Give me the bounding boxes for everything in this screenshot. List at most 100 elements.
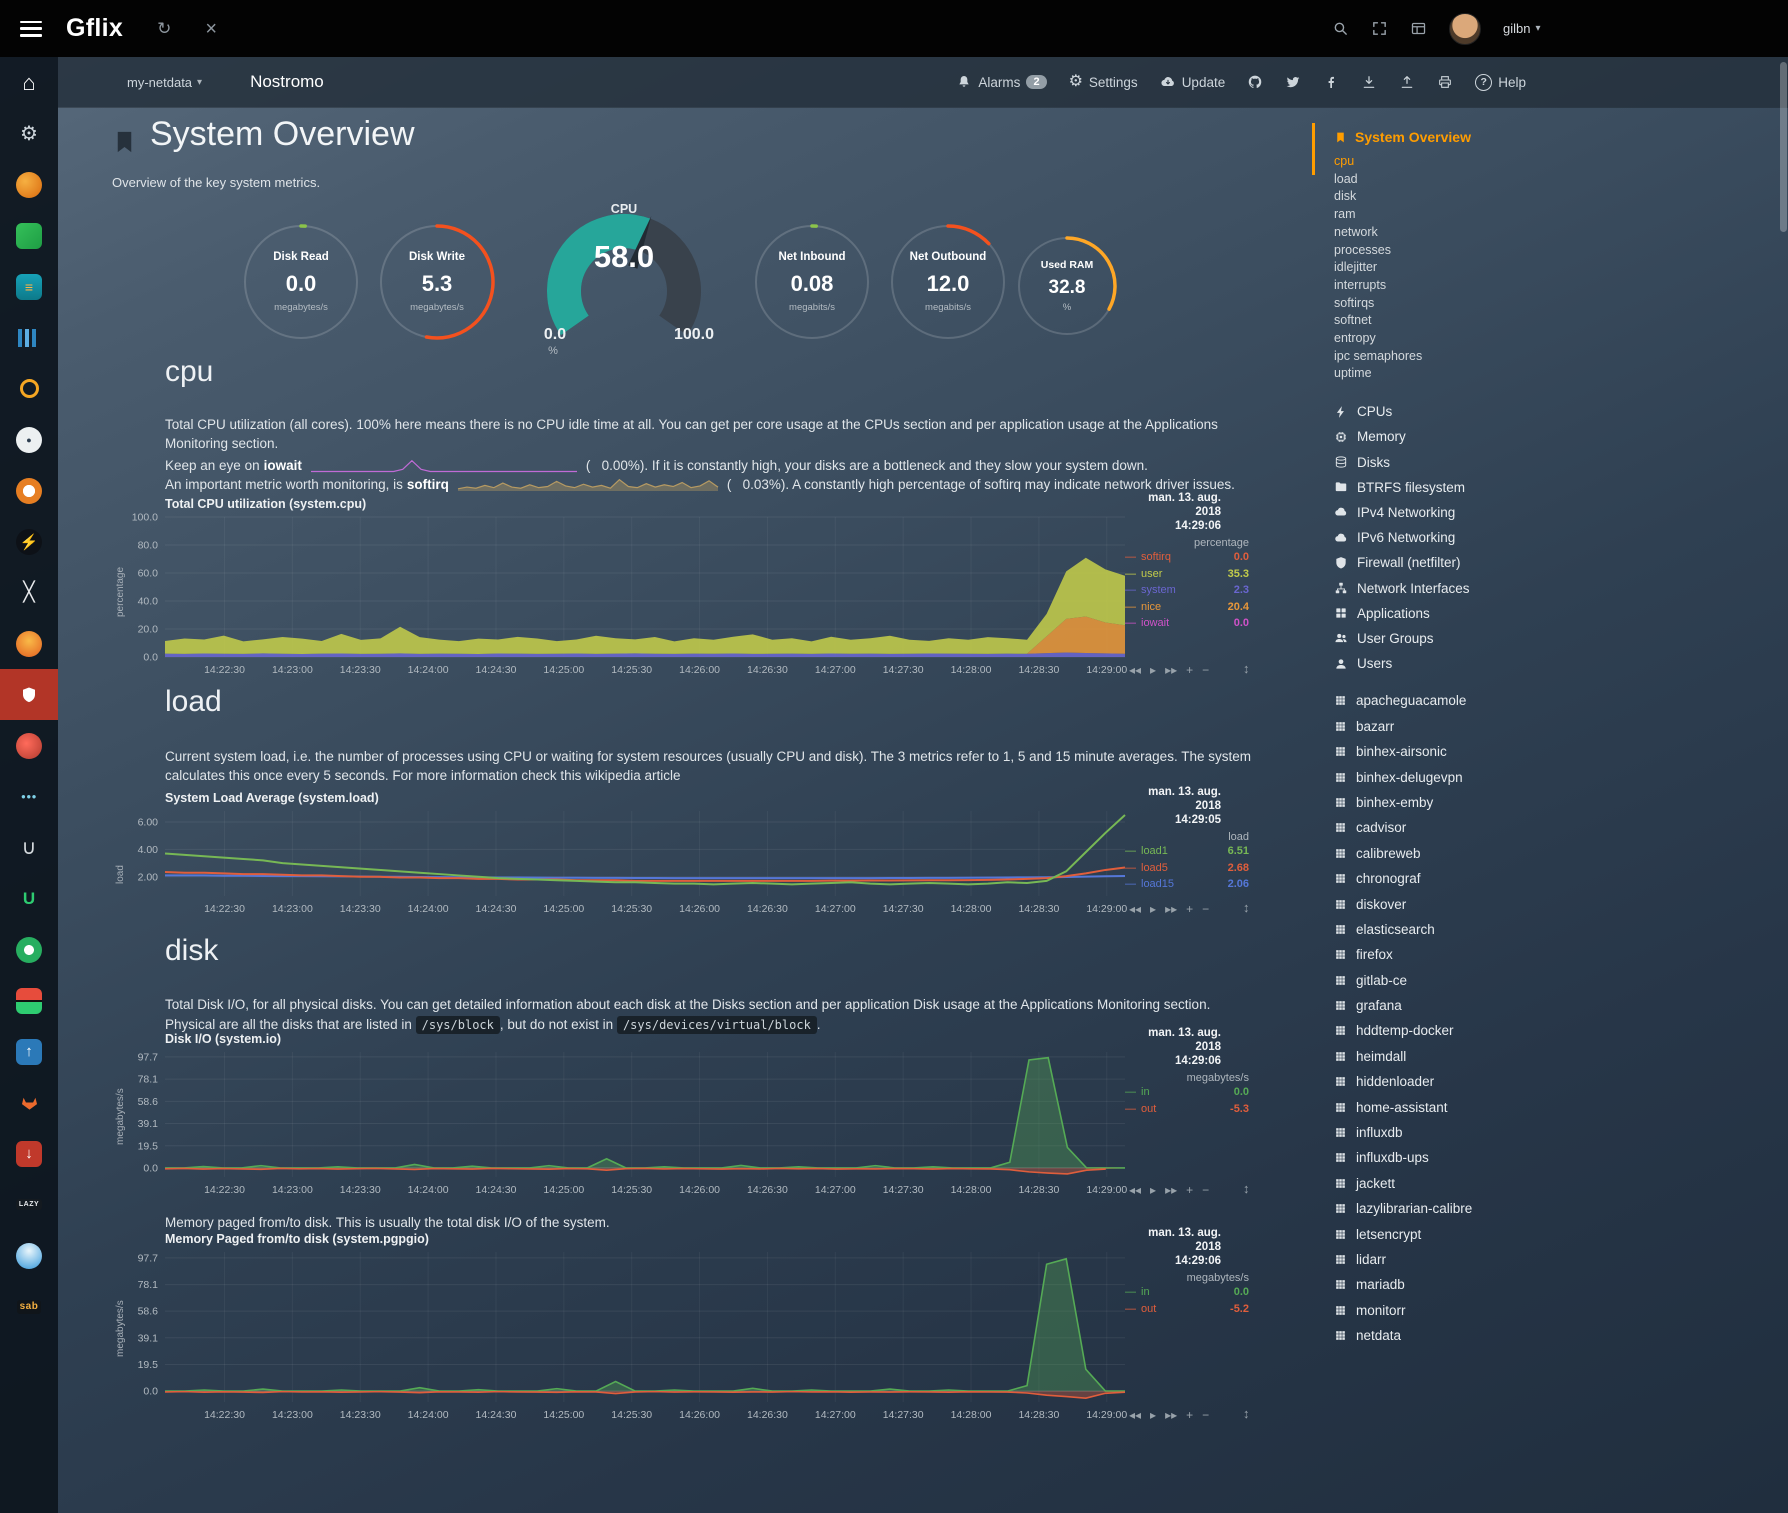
menu-container-binhex-airsonic[interactable]: binhex-airsonic <box>1334 739 1788 764</box>
zoom-in-button[interactable]: + <box>1186 663 1193 677</box>
chart-disk[interactable]: Disk I/O (system.io)man. 13. aug. 201814… <box>113 1032 1255 1217</box>
sidebar-app-gitlab-icon[interactable] <box>0 1077 58 1128</box>
sidebar-app-stack-icon[interactable] <box>0 975 58 1026</box>
legend-entry[interactable]: —load152.06 <box>1123 876 1255 893</box>
menu-container-firefox[interactable]: firefox <box>1334 942 1788 967</box>
menu-subitem-softnet[interactable]: softnet <box>1334 312 1788 330</box>
sidebar-app-uploader-icon[interactable]: ↑ <box>0 1026 58 1077</box>
close-icon[interactable]: × <box>205 19 217 39</box>
zoom-out-button[interactable]: − <box>1202 902 1209 916</box>
sidebar-app-nextcloud-icon[interactable]: ●●● <box>0 771 58 822</box>
legend-entry[interactable]: —softirq0.0 <box>1123 549 1255 566</box>
sidebar-app-media-green-icon[interactable] <box>0 210 58 261</box>
sidebar-app-xteve-icon[interactable]: ╳ <box>0 567 58 618</box>
pan-left-button[interactable]: ◂◂ <box>1129 1408 1141 1422</box>
menu-subitem-idlejitter[interactable]: idlejitter <box>1334 259 1788 277</box>
server-dropdown[interactable]: my-netdata▾ <box>127 75 202 90</box>
menu-section-ipv6-networking[interactable]: IPv6 Networking <box>1334 525 1788 550</box>
export-icon[interactable] <box>1399 74 1415 90</box>
zoom-in-button[interactable]: + <box>1186 1183 1193 1197</box>
legend-entry[interactable]: —iowait0.0 <box>1123 615 1255 632</box>
legend-entry[interactable]: —nice20.4 <box>1123 599 1255 616</box>
legend-entry[interactable]: —load16.51 <box>1123 843 1255 860</box>
menu-section-network-interfaces[interactable]: Network Interfaces <box>1334 575 1788 600</box>
github-icon[interactable] <box>1247 74 1263 90</box>
sidebar-app-shield-app-icon[interactable] <box>0 669 58 720</box>
hamburger-menu-icon[interactable] <box>20 21 42 37</box>
chart-resize-handle[interactable]: ↕ <box>1243 1406 1250 1421</box>
chart-cpu[interactable]: Total CPU utilization (system.cpu)man. 1… <box>113 497 1255 697</box>
menu-section-applications[interactable]: Applications <box>1334 601 1788 626</box>
menu-subitem-disk[interactable]: disk <box>1334 188 1788 206</box>
menu-container-cadvisor[interactable]: cadvisor <box>1334 815 1788 840</box>
menu-container-jackett[interactable]: jackett <box>1334 1171 1788 1196</box>
pan-left-button[interactable]: ◂◂ <box>1129 902 1141 916</box>
pan-right-button[interactable]: ▸▸ <box>1165 902 1177 916</box>
menu-subitem-ipc-semaphores[interactable]: ipc semaphores <box>1334 348 1788 366</box>
legend-entry[interactable]: —in0.0 <box>1123 1084 1255 1101</box>
menu-container-gitlab-ce[interactable]: gitlab-ce <box>1334 968 1788 993</box>
zoom-out-button[interactable]: − <box>1202 1183 1209 1197</box>
sidebar-app-emby-icon[interactable] <box>0 924 58 975</box>
menu-subitem-load[interactable]: load <box>1334 171 1788 189</box>
pan-right-button[interactable]: ▸▸ <box>1165 1408 1177 1422</box>
menu-container-influxdb[interactable]: influxdb <box>1334 1120 1788 1145</box>
menu-container-hddtemp-docker[interactable]: hddtemp-docker <box>1334 1018 1788 1043</box>
tabs-icon[interactable] <box>1410 20 1427 37</box>
menu-section-firewall-netfilter-[interactable]: Firewall (netfilter) <box>1334 550 1788 575</box>
refresh-icon[interactable]: ↻ <box>157 20 171 37</box>
chart-pgpgio[interactable]: Memory Paged from/to disk (system.pgpgio… <box>113 1232 1255 1492</box>
play-button[interactable]: ▸ <box>1150 1183 1156 1197</box>
update-button[interactable]: Update <box>1160 74 1226 90</box>
menu-container-home-assistant[interactable]: home-assistant <box>1334 1094 1788 1119</box>
twitter-icon[interactable] <box>1285 74 1301 90</box>
zoom-in-button[interactable]: + <box>1186 1408 1193 1422</box>
sidebar-app-cluster-icon[interactable] <box>0 720 58 771</box>
legend-entry[interactable]: —user35.3 <box>1123 566 1255 583</box>
menu-subitem-network[interactable]: network <box>1334 224 1788 242</box>
menu-subitem-softirqs[interactable]: softirqs <box>1334 295 1788 313</box>
chart-load[interactable]: System Load Average (system.load)man. 13… <box>113 791 1255 936</box>
pan-right-button[interactable]: ▸▸ <box>1165 663 1177 677</box>
zoom-in-button[interactable]: + <box>1186 902 1193 916</box>
menu-container-bazarr[interactable]: bazarr <box>1334 714 1788 739</box>
menu-container-monitorr[interactable]: monitorr <box>1334 1298 1788 1323</box>
sidebar-app-grafana-icon[interactable] <box>0 618 58 669</box>
sidebar-app-airsonic-icon[interactable] <box>0 312 58 363</box>
sidebar-app-ubooquity-icon[interactable]: U <box>0 873 58 924</box>
page-scrollbar[interactable] <box>1780 62 1787 232</box>
menu-subitem-cpu[interactable]: cpu <box>1334 153 1788 171</box>
menu-subitem-ram[interactable]: ram <box>1334 206 1788 224</box>
sidebar-app-bolt-app-icon[interactable]: ⚡ <box>0 516 58 567</box>
sidebar-app-duplicati-icon[interactable] <box>0 1230 58 1281</box>
pan-right-button[interactable]: ▸▸ <box>1165 1183 1177 1197</box>
sidebar-app-sabnzbd-icon[interactable]: sab <box>0 1281 58 1332</box>
menu-container-influxdb-ups[interactable]: influxdb-ups <box>1334 1145 1788 1170</box>
play-button[interactable]: ▸ <box>1150 1408 1156 1422</box>
menu-subitem-uptime[interactable]: uptime <box>1334 365 1788 383</box>
menu-subitem-interrupts[interactable]: interrupts <box>1334 277 1788 295</box>
menu-section-cpus[interactable]: CPUs <box>1334 399 1788 424</box>
legend-entry[interactable]: —system2.3 <box>1123 582 1255 599</box>
menu-section-user-groups[interactable]: User Groups <box>1334 626 1788 651</box>
legend-entry[interactable]: —load52.68 <box>1123 860 1255 877</box>
sidebar-app-hydra-icon[interactable] <box>0 465 58 516</box>
alarms-button[interactable]: Alarms 2 <box>956 74 1046 90</box>
menu-container-grafana[interactable]: grafana <box>1334 993 1788 1018</box>
menu-section-users[interactable]: Users <box>1334 651 1788 676</box>
search-icon[interactable] <box>1332 20 1349 37</box>
menu-container-binhex-delugevpn[interactable]: binhex-delugevpn <box>1334 764 1788 789</box>
pan-left-button[interactable]: ◂◂ <box>1129 663 1141 677</box>
facebook-icon[interactable] <box>1323 74 1339 90</box>
menu-container-diskover[interactable]: diskover <box>1334 891 1788 916</box>
sidebar-app-jackett-icon[interactable] <box>0 363 58 414</box>
help-button[interactable]: ?Help <box>1475 74 1526 91</box>
menu-container-heimdall[interactable]: heimdall <box>1334 1044 1788 1069</box>
menu-section-disks[interactable]: Disks <box>1334 450 1788 475</box>
menu-container-letsencrypt[interactable]: letsencrypt <box>1334 1221 1788 1246</box>
menu-container-apacheguacamole[interactable]: apacheguacamole <box>1334 688 1788 713</box>
menu-container-chronograf[interactable]: chronograf <box>1334 866 1788 891</box>
zoom-out-button[interactable]: − <box>1202 663 1209 677</box>
sidebar-app-settings-icon[interactable]: ⚙ <box>0 108 58 159</box>
legend-entry[interactable]: —out-5.2 <box>1123 1301 1255 1318</box>
